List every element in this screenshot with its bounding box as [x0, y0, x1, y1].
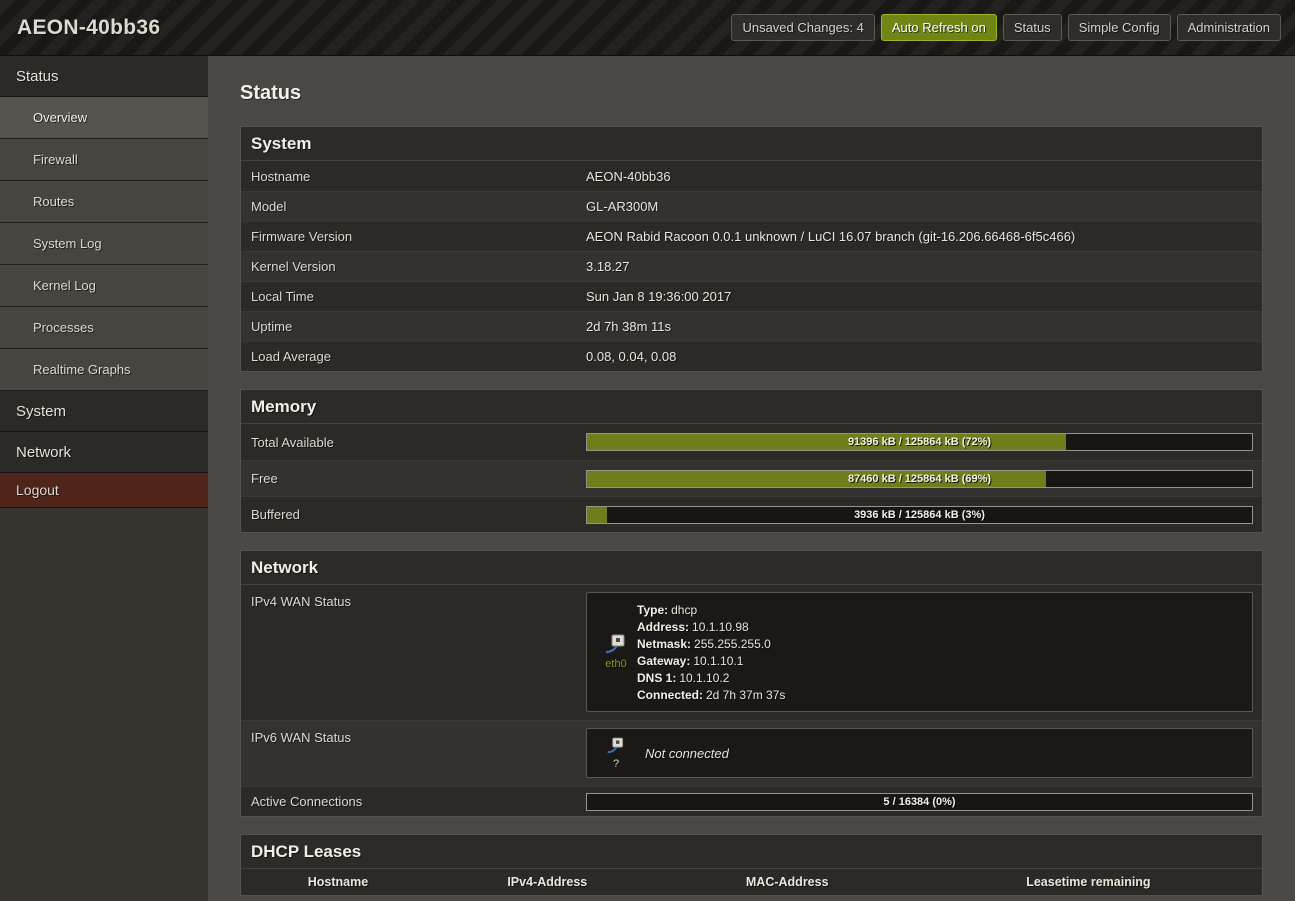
ipv4-wan-status-box: eth0 Type:dhcp Address:10.1.10.98 Netmas… [586, 592, 1253, 712]
column-header-mac-address: MAC-Address [660, 875, 915, 889]
table-row: Kernel Version 3.18.27 [241, 251, 1262, 281]
progressbar-text: 87460 kB / 125864 kB (69%) [587, 471, 1252, 487]
row-label: Hostname [241, 169, 586, 184]
network-table: IPv4 WAN Status [241, 585, 1262, 816]
interface-name: eth0 [605, 658, 626, 670]
memory-section-title: Memory [241, 390, 1262, 424]
active-connections-progressbar: 5 / 16384 (0%) [586, 793, 1253, 811]
unsaved-changes-button[interactable]: Unsaved Changes: 4 [731, 14, 874, 41]
dhcp-section-title: DHCP Leases [241, 835, 1262, 869]
row-value: Sun Jan 8 19:36:00 2017 [586, 289, 1262, 304]
table-row: Uptime 2d 7h 38m 11s [241, 311, 1262, 341]
dhcp-table-header-row: Hostname IPv4-Address MAC-Address Leaset… [241, 869, 1262, 895]
sidebar-item-system-log[interactable]: System Log [0, 223, 208, 265]
memory-table: Total Available 91396 kB / 125864 kB (72… [241, 424, 1262, 532]
row-label: Load Average [241, 349, 586, 364]
sidebar-group-network[interactable]: Network [0, 432, 208, 473]
network-section: Network IPv4 WAN Status [240, 550, 1263, 817]
sidebar-item-logout[interactable]: Logout [0, 473, 208, 508]
system-table: Hostname AEON-40bb36 Model GL-AR300M Fir… [241, 161, 1262, 371]
row-label: Local Time [241, 289, 586, 304]
table-row: Free 87460 kB / 125864 kB (69%) [241, 460, 1262, 496]
column-header-hostname: Hostname [241, 875, 435, 889]
column-header-ipv4-address: IPv4-Address [435, 875, 660, 889]
row-value: 0.08, 0.04, 0.08 [586, 349, 1262, 364]
sidebar-group-system[interactable]: System [0, 391, 208, 432]
progressbar-text: 3936 kB / 125864 kB (3%) [587, 507, 1252, 523]
table-row: IPv4 WAN Status [241, 585, 1262, 720]
auto-refresh-toggle-button[interactable]: Auto Refresh on [881, 14, 997, 41]
row-label: Firmware Version [241, 229, 586, 244]
sidebar-item-processes[interactable]: Processes [0, 307, 208, 349]
status-view-button[interactable]: Status [1003, 14, 1062, 41]
page-title: Status [240, 82, 1263, 105]
ipv6-wan-status-box: ? Not connected [586, 728, 1253, 778]
column-header-leasetime: Leasetime remaining [915, 875, 1262, 889]
sidebar-group-status[interactable]: Status [0, 56, 208, 97]
memory-free-progressbar: 87460 kB / 125864 kB (69%) [586, 470, 1253, 488]
row-value: AEON-40bb36 [586, 169, 1262, 184]
wan-detail-line: Type:dhcp [637, 603, 785, 617]
progressbar-text: 5 / 16384 (0%) [587, 794, 1252, 810]
row-label: Active Connections [241, 794, 586, 809]
sidebar-item-firewall[interactable]: Firewall [0, 139, 208, 181]
system-section: System Hostname AEON-40bb36 Model GL-AR3… [240, 126, 1263, 372]
row-label: IPv6 WAN Status [241, 721, 586, 745]
row-value: 2d 7h 38m 11s [586, 319, 1262, 334]
ipv6-status-text: Not connected [645, 746, 729, 761]
sidebar-item-overview[interactable]: Overview [0, 97, 208, 139]
topbar-buttons: Unsaved Changes: 4 Auto Refresh on Statu… [731, 14, 1295, 41]
ethernet-icon [604, 634, 628, 657]
sidebar-item-realtime-graphs[interactable]: Realtime Graphs [0, 349, 208, 391]
wan-detail-line: Connected:2d 7h 37m 37s [637, 688, 785, 702]
memory-section: Memory Total Available 91396 kB / 125864… [240, 389, 1263, 533]
row-label: Kernel Version [241, 259, 586, 274]
sidebar-item-routes[interactable]: Routes [0, 181, 208, 223]
wan-detail-line: Netmask:255.255.255.0 [637, 637, 785, 651]
table-row: Local Time Sun Jan 8 19:36:00 2017 [241, 281, 1262, 311]
system-section-title: System [241, 127, 1262, 161]
memory-total-progressbar: 91396 kB / 125864 kB (72%) [586, 433, 1253, 451]
row-label: Total Available [241, 435, 586, 450]
progressbar-text: 91396 kB / 125864 kB (72%) [587, 434, 1252, 450]
table-row: Model GL-AR300M [241, 191, 1262, 221]
table-row: Hostname AEON-40bb36 [241, 161, 1262, 191]
main-content: Status System Hostname AEON-40bb36 Model… [208, 56, 1295, 901]
table-row: Buffered 3936 kB / 125864 kB (3%) [241, 496, 1262, 532]
network-section-title: Network [241, 551, 1262, 585]
memory-buffered-progressbar: 3936 kB / 125864 kB (3%) [586, 506, 1253, 524]
row-label: Free [241, 471, 586, 486]
row-label: Uptime [241, 319, 586, 334]
row-value: 3.18.27 [586, 259, 1262, 274]
table-row: Active Connections 5 / 16384 (0%) [241, 786, 1262, 816]
wan-detail-line: Gateway:10.1.10.1 [637, 654, 785, 668]
topbar: AEON-40bb36 Unsaved Changes: 4 Auto Refr… [0, 0, 1295, 56]
ethernet-icon [606, 737, 626, 757]
dhcp-leases-section: DHCP Leases Hostname IPv4-Address MAC-Ad… [240, 834, 1263, 896]
table-row: Load Average 0.08, 0.04, 0.08 [241, 341, 1262, 371]
row-value: GL-AR300M [586, 199, 1262, 214]
sidebar-nav: Status Overview Firewall Routes System L… [0, 56, 208, 901]
table-row: IPv6 WAN Status [241, 720, 1262, 786]
wan-detail-line: Address:10.1.10.98 [637, 620, 785, 634]
simple-config-button[interactable]: Simple Config [1068, 14, 1171, 41]
row-value: AEON Rabid Racoon 0.0.1 unknown / LuCI 1… [586, 229, 1262, 244]
row-label: Model [241, 199, 586, 214]
sidebar-item-kernel-log[interactable]: Kernel Log [0, 265, 208, 307]
row-label: Buffered [241, 507, 586, 522]
interface-unknown-mark: ? [613, 758, 619, 770]
table-row: Firmware Version AEON Rabid Racoon 0.0.1… [241, 221, 1262, 251]
device-hostname-title: AEON-40bb36 [0, 16, 160, 40]
administration-button[interactable]: Administration [1177, 14, 1281, 41]
wan-detail-line: DNS 1:10.1.10.2 [637, 671, 785, 685]
table-row: Total Available 91396 kB / 125864 kB (72… [241, 424, 1262, 460]
row-label: IPv4 WAN Status [241, 585, 586, 609]
